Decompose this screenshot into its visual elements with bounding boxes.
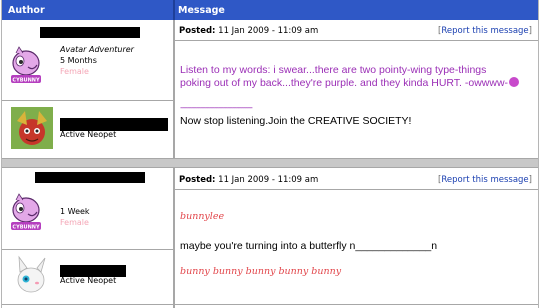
- signature-top: bunnylee: [180, 211, 225, 222]
- account-age: 5 Months: [60, 56, 97, 65]
- message-column-header: Message: [178, 5, 225, 16]
- report-message-link[interactable]: Report this message: [441, 26, 528, 36]
- emoticon-icon: [509, 77, 520, 87]
- active-neopet-image[interactable]: [11, 107, 53, 149]
- active-neopet-label: Active Neopet: [60, 130, 117, 139]
- user-avatar[interactable]: CYBUNNY: [10, 46, 42, 84]
- message-line-1: Listen to my words: i swear...there are …: [180, 64, 487, 76]
- report-message: [Report this message]: [438, 26, 532, 36]
- report-bracket-close: ]: [528, 26, 532, 36]
- signature-bottom: bunny bunny bunny bunny bunny: [180, 266, 342, 277]
- author-section-divider: [2, 100, 173, 101]
- neopet-icon: [11, 107, 53, 149]
- redacted-username: [35, 172, 145, 183]
- neopet-icon: [11, 254, 53, 296]
- cybunny-avatar-icon: CYBUNNY: [10, 46, 42, 84]
- user-info: 1 Week Female: [60, 206, 90, 228]
- svg-text:CYBUNNY: CYBUNNY: [12, 78, 40, 84]
- redacted-username: [40, 27, 140, 38]
- posted-label: Posted:: [179, 26, 216, 36]
- user-gender: Female: [60, 218, 89, 227]
- table-header: Author Message: [2, 0, 538, 20]
- account-age: 1 Week: [60, 207, 90, 216]
- active-neopet-image[interactable]: [11, 254, 53, 296]
- posted-label: Posted:: [179, 175, 216, 185]
- user-gender: Female: [60, 67, 89, 76]
- posted-date: 11 Jan 2009 - 11:09 am: [218, 175, 319, 185]
- posted-timestamp: Posted: 11 Jan 2009 - 11:09 am: [179, 175, 318, 185]
- message-line-2-text: poking out of my back...they're purple. …: [180, 77, 509, 89]
- message-line-2: poking out of my back...they're purple. …: [180, 77, 520, 90]
- author-column-header: Author: [8, 5, 45, 16]
- user-title: Avatar Adventurer: [60, 45, 134, 54]
- report-message: [Report this message]: [438, 175, 532, 185]
- post-header: Posted: 11 Jan 2009 - 11:09 am [Report t…: [175, 20, 538, 41]
- author-section-divider: [2, 249, 173, 250]
- user-avatar[interactable]: CYBUNNY: [10, 193, 42, 231]
- cybunny-avatar-icon: CYBUNNY: [10, 193, 42, 231]
- message-board: Author Message CYBUNNY Avatar Adventurer…: [1, 0, 539, 308]
- header-divider: [173, 0, 175, 20]
- active-neopet-label: Active Neopet: [60, 276, 117, 285]
- svg-text:CYBUNNY: CYBUNNY: [12, 225, 40, 231]
- report-message-link[interactable]: Report this message: [441, 175, 528, 185]
- post-separator: [2, 158, 538, 168]
- message-line-1: maybe you're turning into a butterfly n_…: [180, 240, 438, 252]
- report-bracket-close: ]: [528, 175, 532, 185]
- signature-divider: --------------------------------: [180, 103, 253, 113]
- posted-timestamp: Posted: 11 Jan 2009 - 11:09 am: [179, 26, 318, 36]
- board-bottom-border: [2, 304, 538, 305]
- post-header: Posted: 11 Jan 2009 - 11:09 am [Report t…: [175, 169, 538, 190]
- message-signature: Now stop listening.Join the CREATIVE SOC…: [180, 115, 412, 127]
- posted-date: 11 Jan 2009 - 11:09 am: [218, 26, 319, 36]
- user-info: Avatar Adventurer 5 Months Female: [60, 44, 134, 77]
